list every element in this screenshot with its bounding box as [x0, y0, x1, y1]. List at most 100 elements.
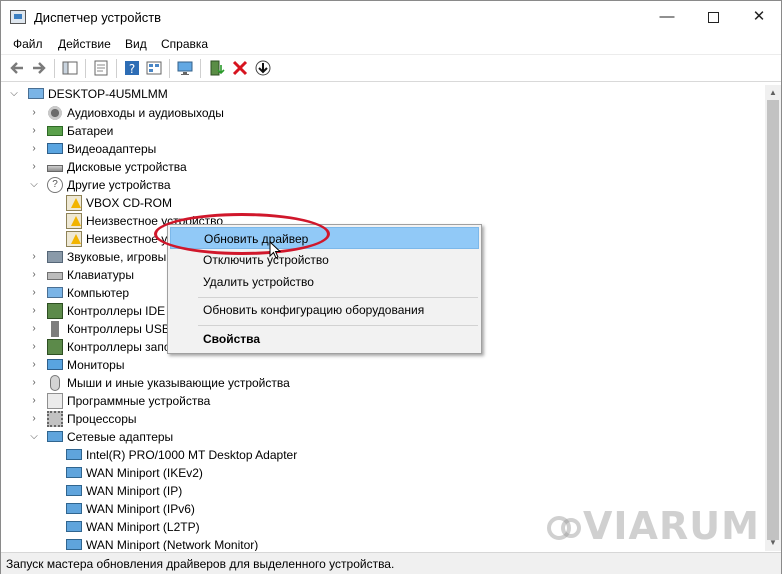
tree-item-label: VBOX CD-ROM [86, 196, 173, 210]
menu-properties[interactable]: Свойства [170, 328, 479, 350]
tree-item-label: Другие устройства [67, 178, 171, 192]
toolbar-separator [85, 59, 86, 78]
maximize-button[interactable] [690, 1, 736, 32]
tree-item-label: Программные устройства [67, 394, 211, 408]
minimize-button[interactable]: — [644, 1, 690, 32]
expand-arrow-icon[interactable]: › [29, 266, 39, 284]
tree-item-label: Контроллеры IDE [67, 304, 166, 318]
tree-item-intel-pro-1000[interactable]: Intel(R) PRO/1000 MT Desktop Adapter [1, 446, 401, 464]
toolbar-separator [169, 59, 170, 78]
toolbar-separator [200, 59, 201, 78]
tree-item-batteries[interactable]: › Батареи [1, 122, 321, 140]
menu-help[interactable]: Справка [161, 37, 208, 51]
mouse-icon [50, 375, 60, 391]
display-icon[interactable] [176, 59, 194, 77]
menu-scan-hardware[interactable]: Обновить конфигурацию оборудования [170, 299, 479, 321]
help-icon[interactable]: ? [123, 59, 141, 77]
tree-item-label: Контроллеры запо [67, 340, 171, 354]
tree-item-wan-ipv6[interactable]: WAN Miniport (IPv6) [1, 500, 321, 518]
network-adapter-icon [66, 467, 82, 478]
tree-item-software-devices[interactable]: › Программные устройства [1, 392, 321, 410]
tree-item-label: Дисковые устройства [67, 160, 187, 174]
expand-arrow-icon[interactable]: › [29, 338, 39, 356]
watermark-logo [547, 516, 581, 540]
tree-item-label: Intel(R) PRO/1000 MT Desktop Adapter [86, 448, 298, 462]
expand-arrow-icon[interactable]: › [29, 392, 39, 410]
title-bar: Диспетчер устройств — ✕ [1, 1, 781, 33]
tree-item-label: Батареи [67, 124, 114, 138]
warning-device-icon [66, 231, 82, 247]
tree-item-label: Звуковые, игровы [67, 250, 167, 264]
tree-item-wan-network-monitor[interactable]: WAN Miniport (Network Monitor) [1, 536, 321, 551]
tree-item-mice[interactable]: › Мыши и иные указывающие устройства [1, 374, 401, 392]
computer-icon [47, 287, 63, 298]
tree-item-label: Мониторы [67, 358, 125, 372]
expand-arrow-icon[interactable]: › [29, 140, 39, 158]
scroll-up-icon[interactable]: ▲ [765, 86, 781, 100]
status-bar: Запуск мастера обновления драйверов для … [1, 552, 781, 574]
tree-item-label: WAN Miniport (L2TP) [86, 520, 200, 534]
tree-item-disk-drives[interactable]: › Дисковые устройства [1, 158, 321, 176]
tree-item-wan-ip[interactable]: WAN Miniport (IP) [1, 482, 321, 500]
expand-arrow-icon[interactable]: › [29, 158, 39, 176]
menu-action[interactable]: Действие [58, 37, 111, 51]
collapse-arrow-icon[interactable]: ⌵ [9, 85, 19, 103]
battery-icon [47, 126, 63, 136]
device-manager-window: Диспетчер устройств — ✕ Файл Действие Ви… [0, 0, 782, 574]
properties-icon[interactable] [92, 59, 110, 77]
sound-icon [47, 251, 63, 263]
tree-item-monitors[interactable]: › Мониторы [1, 356, 321, 374]
tree-root-label: DESKTOP-4U5MLMM [48, 87, 168, 101]
expand-arrow-icon[interactable]: › [29, 284, 39, 302]
forward-icon[interactable] [30, 59, 48, 77]
update-driver-icon[interactable] [207, 59, 225, 77]
other-devices-icon: ? [47, 177, 63, 193]
menu-separator [198, 325, 478, 326]
storage-controller-icon [47, 339, 63, 355]
processor-icon [47, 411, 63, 427]
menu-uninstall-device[interactable]: Удалить устройство [170, 271, 479, 293]
tree-item-label: Видеоадаптеры [67, 142, 157, 156]
collapse-arrow-icon[interactable]: ⌵ [29, 176, 39, 194]
tree-item-label: Компьютер [67, 286, 130, 300]
tree-item-label: Мыши и иные указывающие устройства [67, 376, 290, 390]
tree-item-network-adapters[interactable]: ⌵ Сетевые адаптеры [1, 428, 321, 446]
tree-item-processors[interactable]: › Процессоры [1, 410, 321, 428]
device-manager-icon [10, 10, 26, 24]
expand-arrow-icon[interactable]: › [29, 248, 39, 266]
expand-arrow-icon[interactable]: › [29, 122, 39, 140]
menu-file[interactable]: Файл [13, 37, 43, 51]
expand-arrow-icon[interactable]: › [29, 320, 39, 338]
expand-arrow-icon[interactable]: › [29, 356, 39, 374]
menu-view[interactable]: Вид [125, 37, 147, 51]
tree-item-display-adapters[interactable]: › Видеоадаптеры [1, 140, 321, 158]
expand-arrow-icon[interactable]: › [29, 374, 39, 392]
download-icon[interactable] [254, 59, 272, 77]
warning-device-icon [66, 213, 82, 229]
network-adapter-icon [47, 431, 63, 442]
scroll-down-icon[interactable]: ▼ [765, 536, 781, 550]
vertical-scrollbar[interactable]: ▲ ▼ [765, 85, 781, 551]
status-text: Запуск мастера обновления драйверов для … [6, 557, 395, 571]
expand-arrow-icon[interactable]: › [29, 302, 39, 320]
view-icon[interactable] [145, 59, 163, 77]
tree-item-vbox-cdrom[interactable]: VBOX CD-ROM [1, 194, 321, 212]
computer-icon [28, 88, 44, 99]
tree-item-label: Клавиатуры [67, 268, 134, 282]
svg-text:?: ? [129, 62, 135, 76]
show-hide-tree-icon[interactable] [61, 59, 79, 77]
collapse-arrow-icon[interactable]: ⌵ [29, 428, 39, 446]
back-icon[interactable] [8, 59, 26, 77]
tree-item-audio-inputs-outputs[interactable]: › Аудиовходы и аудиовыходы [1, 104, 321, 122]
tree-item-other-devices[interactable]: ⌵ ? Другие устройства [1, 176, 321, 194]
expand-arrow-icon[interactable]: › [29, 104, 39, 122]
tree-root[interactable]: ⌵ DESKTOP-4U5MLMM [1, 85, 301, 103]
uninstall-icon[interactable] [231, 59, 249, 77]
tree-item-wan-ikev2[interactable]: WAN Miniport (IKEv2) [1, 464, 321, 482]
disk-drive-icon [47, 165, 63, 172]
tree-item-wan-l2tp[interactable]: WAN Miniport (L2TP) [1, 518, 321, 536]
expand-arrow-icon[interactable]: › [29, 410, 39, 428]
scrollbar-thumb[interactable] [767, 100, 779, 540]
close-button[interactable]: ✕ [736, 1, 782, 32]
network-adapter-icon [66, 539, 82, 550]
